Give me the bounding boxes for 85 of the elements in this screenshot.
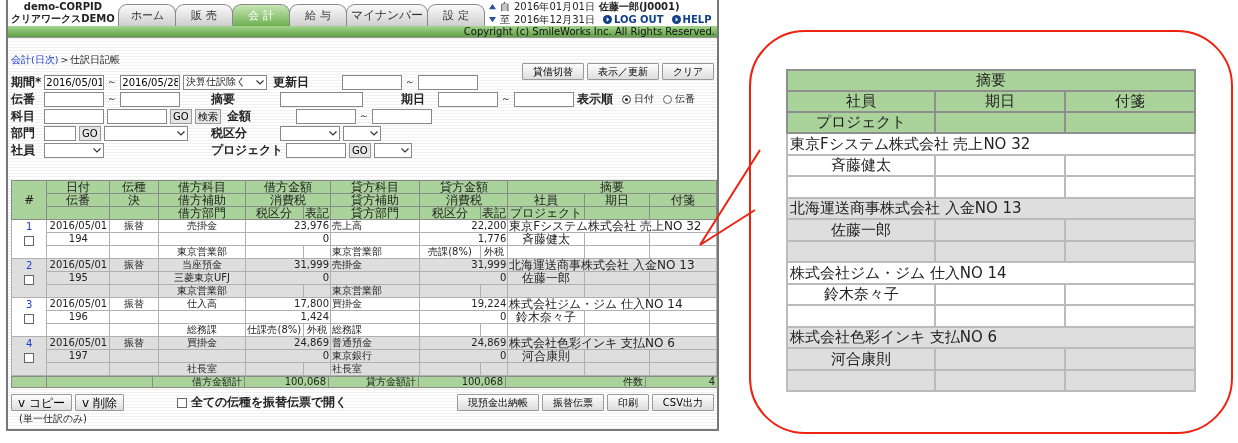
table-cell: 株式会社ジム・ジム 仕入NO 14 (787, 262, 1196, 284)
row-number-link[interactable]: 1 (26, 220, 33, 233)
nav-tab[interactable]: ホーム (118, 4, 176, 26)
text-field[interactable]: 2016/05/01 (44, 74, 105, 90)
totals-label: 貸方金額計 (328, 376, 419, 388)
radio-label: 日付 (634, 92, 654, 106)
field-label: 社員 (11, 141, 36, 159)
table-cell: 佐藤一郎 (787, 219, 935, 241)
row-number-link[interactable]: 3 (26, 298, 33, 311)
range-separator: ～ (405, 75, 416, 89)
period-date: 2016年12月31日 (514, 13, 595, 26)
user-name: 佐藤一郎(J0001) (598, 0, 680, 13)
column-header: 貸方金額 (419, 180, 508, 194)
nav-tab[interactable]: 設 定 (427, 4, 485, 26)
breadcrumb-link[interactable]: 会計(日次) (11, 54, 59, 67)
breadcrumb-separator: > (60, 54, 69, 67)
page-title: 仕訳日記帳 (70, 54, 121, 67)
header-link[interactable]: LOG OUT (602, 13, 664, 26)
column-header: 社員 (787, 91, 935, 112)
period-label: 至 (500, 13, 510, 26)
nav-tab[interactable]: 給 与 (289, 4, 347, 26)
row-number-link[interactable]: 2 (26, 259, 33, 272)
range-separator: ～ (107, 92, 117, 106)
radio-label: 伝番 (675, 92, 695, 106)
search-button[interactable]: 検索 (194, 108, 221, 124)
column-header: 貸方科目 (330, 180, 420, 194)
action-button[interactable]: 現預金出納帳 (456, 394, 539, 411)
field-label: 期間* (11, 73, 42, 91)
table-cell: 鈴木奈々子 (787, 283, 935, 305)
range-separator: ～ (358, 109, 369, 123)
row-number-link[interactable]: 4 (26, 337, 33, 350)
action-button[interactable]: 振替伝票 (541, 394, 604, 411)
period-label: 自 (500, 0, 510, 13)
action-button[interactable]: CSV出力 (651, 394, 714, 411)
go-button[interactable]: GO (170, 108, 192, 124)
action-button[interactable]: v 削除 (74, 394, 124, 411)
field-label: 金額 (226, 107, 252, 125)
field-label: 摘要 (211, 90, 236, 108)
field-label: 伝番 (11, 90, 36, 108)
column-header: 日付 (46, 180, 110, 194)
field-label: 部門 (11, 124, 36, 142)
column-header: 表記 (480, 206, 508, 220)
nav-tab[interactable]: マイナンバー (346, 4, 428, 26)
field-label: 期日 (401, 90, 426, 108)
dropdown[interactable]: 決算仕訳除く (183, 74, 268, 90)
table-cell: 北海運送商事株式会社 入金NO 13 (787, 197, 1196, 219)
period-date: 2016年01月01日 (514, 0, 595, 13)
column-header: プロジェクト (787, 112, 935, 133)
table-cell: 河合康則 (787, 348, 935, 370)
toolbar-button[interactable]: 貸借切替 (522, 63, 584, 80)
column-header: 伝種 (109, 180, 159, 194)
field-label: 更新日 (273, 73, 311, 91)
column-header: 借方金額 (245, 180, 331, 194)
nav-tab[interactable]: 販 売 (175, 4, 233, 26)
totals-value: 100,068 (418, 376, 506, 388)
company-name: クリアワークスDEMO (11, 13, 115, 25)
action-button[interactable]: v コピー (11, 394, 72, 411)
table-cell: 株式会社色彩インキ 支払NO 6 (787, 326, 1196, 348)
field-label: プロジェクト (211, 141, 283, 159)
column-header: 借方科目 (158, 180, 246, 194)
table-cell: 東京Fシステム株式会社 売上NO 32 (787, 133, 1196, 155)
go-button[interactable]: GO (79, 125, 101, 141)
header-link[interactable]: HELP (671, 13, 712, 26)
column-header: 表記 (303, 206, 331, 220)
toolbar-button[interactable]: クリア (662, 63, 714, 80)
go-button[interactable]: GO (349, 142, 371, 158)
corp-id: demo-CORPID (23, 1, 103, 13)
column-header: # (11, 180, 47, 220)
column-header: 摘要 (507, 180, 717, 194)
totals-label: 借方金額計 (152, 376, 245, 388)
action-button[interactable]: 印刷 (606, 394, 649, 411)
field-label: 税区分 (211, 124, 248, 142)
totals-value: 100,068 (244, 376, 329, 388)
column-header: 摘要 (787, 70, 1196, 91)
field-label: 科目 (11, 107, 36, 125)
range-separator: ～ (107, 75, 118, 89)
copyright: Copyright (c) SmileWorks Inc. All Rights Reserved. (463, 26, 715, 37)
table-cell: 斉藤健太 (787, 154, 935, 176)
toolbar-button[interactable]: 表示／更新 (587, 63, 659, 80)
note-text: (単一仕訳のみ) (18, 412, 88, 426)
field-label: 表示順 (577, 90, 613, 108)
checkbox-label: 全ての伝種を振替伝票で開く (190, 394, 347, 411)
range-separator: ～ (501, 92, 511, 106)
totals-value: 4 (645, 376, 718, 388)
totals-label: 件数 (505, 376, 646, 388)
